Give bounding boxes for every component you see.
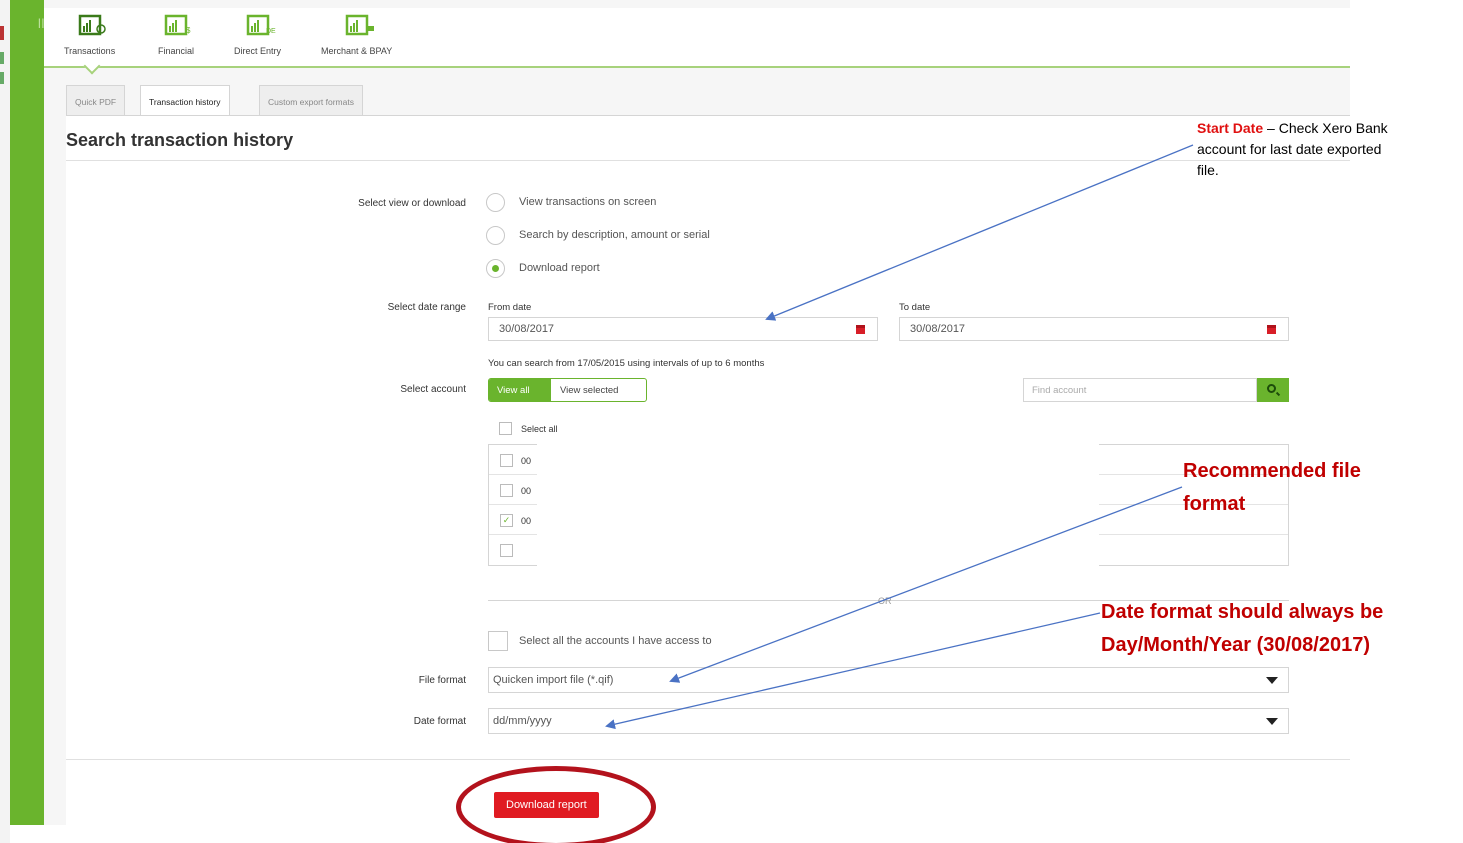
redacted-account-details	[537, 440, 1099, 568]
account-checkbox[interactable]	[500, 544, 513, 557]
svg-text:DE: DE	[266, 28, 276, 35]
date-format-annotation: Date format should always be Day/Month/Y…	[1101, 596, 1461, 662]
chevron-down-icon	[1266, 677, 1278, 684]
left-window-edge	[0, 0, 10, 843]
radio-button[interactable]	[486, 193, 505, 212]
or-label: OR	[878, 596, 892, 606]
nav-item-financial[interactable]: $ Financial	[156, 14, 196, 56]
account-checkbox-checked[interactable]: ✓	[500, 514, 513, 527]
file-format-label: File format	[418, 675, 466, 686]
svg-text:$: $	[186, 26, 191, 35]
nav-item-merchant-bpay[interactable]: Merchant & BPAY	[321, 14, 392, 56]
all-accounts-label: Select all the accounts I have access to	[519, 635, 712, 647]
radio-label: Search by description, amount or serial	[519, 229, 710, 241]
account-view-toggle: View all View selected	[488, 378, 647, 402]
tab-custom-export-formats[interactable]: Custom export formats	[259, 85, 363, 115]
to-date-value: 30/08/2017	[910, 323, 966, 335]
date-format-select[interactable]: dd/mm/yyyy	[488, 708, 1289, 734]
from-date-value: 30/08/2017	[499, 323, 555, 335]
chevron-down-icon	[1266, 718, 1278, 725]
date-range-label: Select date range	[387, 302, 466, 313]
find-account-button[interactable]	[1257, 378, 1289, 402]
select-all-checkbox[interactable]	[499, 422, 512, 435]
nav-item-direct-entry[interactable]: DE Direct Entry	[234, 14, 281, 56]
start-date-annotation: Start Date – Check Xero Bank account for…	[1197, 118, 1397, 181]
radio-button[interactable]	[486, 226, 505, 245]
top-navigation: Transactions $ Financial DE Direct Entry	[44, 8, 1350, 68]
annotation-title: Start Date	[1197, 120, 1264, 136]
select-account-label: Select account	[400, 384, 466, 395]
calendar-icon[interactable]	[1267, 325, 1276, 334]
nav-label: Financial	[157, 46, 195, 56]
nav-label: Transactions	[64, 46, 116, 56]
all-accounts-checkbox[interactable]	[488, 631, 508, 651]
account-number: 00	[521, 456, 532, 466]
page-title: Search transaction history	[66, 130, 294, 150]
find-account-input[interactable]: Find account	[1023, 378, 1257, 402]
divider	[66, 759, 1350, 760]
nav-label: Direct Entry	[234, 46, 282, 56]
account-number: 00	[521, 516, 532, 526]
divider	[66, 160, 1350, 161]
edge-marker	[0, 52, 4, 64]
financial-chart-icon: $	[164, 14, 191, 36]
file-format-annotation: Recommended file format	[1183, 460, 1361, 515]
file-format-value: Quicken import file (*.qif)	[493, 674, 614, 686]
file-format-select[interactable]: Quicken import file (*.qif)	[488, 667, 1289, 693]
highlight-oval	[456, 766, 656, 843]
nav-label: Merchant & BPAY	[321, 46, 393, 56]
radio-label: Download report	[519, 262, 600, 274]
date-range-hint: You can search from 17/05/2015 using int…	[488, 358, 765, 369]
view-all-button[interactable]: View all	[489, 379, 551, 401]
view-download-label: Select view or download	[358, 198, 466, 209]
select-all-label: Select all	[521, 424, 558, 434]
to-date-input[interactable]: 30/08/2017	[899, 317, 1289, 341]
nav-item-transactions[interactable]: Transactions	[64, 14, 115, 56]
radio-label: View transactions on screen	[519, 196, 657, 208]
search-icon	[1267, 384, 1276, 393]
to-date-label: To date	[899, 302, 931, 313]
account-number: 00	[521, 486, 532, 496]
transactions-chart-icon	[78, 14, 106, 36]
direct-entry-chart-icon: DE	[246, 14, 276, 36]
from-date-input[interactable]: 30/08/2017	[488, 317, 878, 341]
edge-marker	[0, 72, 4, 84]
banking-app: Transactions $ Financial DE Direct Entry	[44, 0, 1350, 825]
tab-quick-pdf[interactable]: Quick PDF	[66, 85, 126, 115]
search-panel: Search transaction history Select view o…	[66, 115, 1350, 825]
annotation-line: Date format should always be	[1101, 601, 1384, 623]
annotation-line: Day/Month/Year (30/08/2017)	[1101, 634, 1371, 656]
account-checkbox[interactable]	[500, 484, 513, 497]
merchant-chart-icon	[345, 14, 374, 36]
date-format-value: dd/mm/yyyy	[493, 715, 552, 727]
edge-marker	[0, 26, 4, 40]
from-date-label: From date	[488, 302, 532, 313]
sidebar-green-bar[interactable]: |||	[10, 0, 48, 825]
radio-button-selected[interactable]	[486, 259, 505, 278]
tab-transaction-history[interactable]: Transaction history	[140, 85, 230, 116]
date-format-label: Date format	[413, 716, 466, 727]
account-checkbox[interactable]	[500, 454, 513, 467]
calendar-icon[interactable]	[856, 325, 865, 334]
view-selected-button[interactable]: View selected	[551, 379, 618, 401]
account-list: 00 00 ✓ 00	[488, 440, 1289, 568]
